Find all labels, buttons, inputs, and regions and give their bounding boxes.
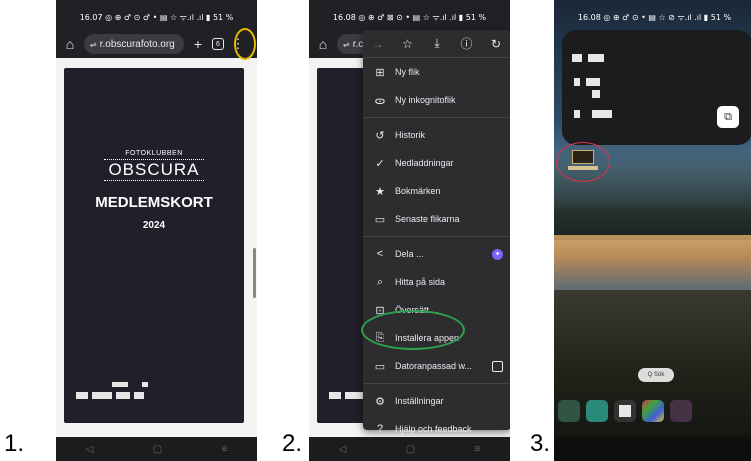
address-bar[interactable]: ⇌ r.obscurafoto.org bbox=[84, 34, 184, 54]
menu-item-desktop-site[interactable]: ▭ Datoranpassad w... bbox=[363, 352, 510, 380]
club-logo: FOTOKLUBBEN OBSCURA bbox=[64, 150, 244, 181]
back-icon[interactable]: ◁ bbox=[339, 444, 347, 455]
desktop-site-checkbox[interactable] bbox=[492, 360, 503, 372]
status-bar: 16.08 ◎ ⊕ ♂ ⊙ • ▤ ☆ ⊘ ᯤ.ıl .ıl ▮ 51 % bbox=[577, 12, 732, 22]
scrollbar[interactable] bbox=[253, 248, 256, 298]
menu-top-actions: → ☆ ⤓ ⓘ ↻ bbox=[363, 30, 510, 58]
url-text: r.c bbox=[352, 38, 364, 50]
dock-app-icon[interactable] bbox=[670, 400, 692, 422]
open-external-icon[interactable]: ⧉ bbox=[717, 106, 739, 128]
download-icon[interactable]: ⤓ bbox=[428, 35, 446, 53]
site-settings-icon: ⇌ bbox=[90, 39, 97, 49]
phone-screenshot-1: 16.07 ◎ ⊕ ♂ ⊙ ♂ • ▤ ☆ ᯤ.ıl .ıl ▮ 51 % ⌂ … bbox=[56, 0, 257, 461]
menu-item-help[interactable]: ? Hjälp och feedback bbox=[363, 415, 510, 443]
menu-item-downloads[interactable]: ✓ Nedladdningar bbox=[363, 149, 510, 177]
install-app-highlight-circle bbox=[361, 310, 465, 350]
menu-highlight-circle bbox=[234, 28, 256, 60]
star-icon: ★ bbox=[375, 185, 385, 198]
tab-count: 6 bbox=[212, 38, 224, 50]
browser-overflow-menu: → ☆ ⤓ ⓘ ↻ ⊞ Ny flik ᯣ Ny inkognitoflik ↺… bbox=[363, 30, 510, 435]
membership-card: FOTOKLUBBEN OBSCURA MEDLEMSKORT 2024 bbox=[64, 68, 244, 423]
club-name: OBSCURA bbox=[104, 159, 204, 181]
dock-app-icon[interactable] bbox=[586, 400, 608, 422]
step-number-3: 3. bbox=[530, 430, 551, 457]
menu-item-label: Nedladdningar bbox=[395, 158, 454, 168]
home-nav-icon[interactable]: ▢ bbox=[406, 444, 415, 455]
site-settings-icon: ⇌ bbox=[343, 39, 350, 49]
dock-app-icon[interactable] bbox=[642, 400, 664, 422]
menu-item-label: Hjälp och feedback bbox=[395, 424, 472, 434]
menu-item-label: Inställningar bbox=[395, 396, 444, 406]
status-bar: 16.07 ◎ ⊕ ♂ ⊙ ♂ • ▤ ☆ ᯤ.ıl .ıl ▮ 51 % bbox=[56, 0, 257, 34]
menu-item-settings[interactable]: ⚙ Inställningar bbox=[363, 387, 510, 415]
app-dock bbox=[558, 396, 751, 426]
find-in-page-icon: ⌕ bbox=[376, 275, 384, 288]
step-number-1: 1. bbox=[4, 430, 25, 457]
menu-item-label: Historik bbox=[395, 130, 426, 140]
recents-icon[interactable]: ≡ bbox=[474, 444, 480, 455]
card-year: 2024 bbox=[142, 220, 166, 231]
dock-app-icon[interactable] bbox=[614, 400, 636, 422]
redacted-info bbox=[329, 392, 365, 399]
download-check-icon: ✓ bbox=[375, 157, 385, 170]
redacted-info bbox=[76, 392, 144, 399]
settings-icon: ⚙ bbox=[375, 395, 385, 408]
help-icon: ? bbox=[376, 423, 384, 435]
share-icon: < bbox=[376, 248, 384, 260]
recents-icon[interactable]: ≡ bbox=[221, 444, 227, 455]
incognito-icon: ᯣ bbox=[374, 94, 386, 107]
desktop-site-icon: ▭ bbox=[374, 360, 386, 373]
search-button[interactable]: Q Sök bbox=[638, 368, 674, 382]
page-content: FOTOKLUBBEN OBSCURA MEDLEMSKORT 2024 bbox=[56, 58, 257, 437]
phone-screenshot-3: 16.08 ◎ ⊕ ♂ ⊙ • ▤ ☆ ⊘ ᯤ.ıl .ıl ▮ 51 % ⧉ … bbox=[554, 0, 751, 461]
redacted-info-top bbox=[112, 382, 148, 387]
dock-app-icon[interactable] bbox=[558, 400, 580, 422]
info-icon[interactable]: ⓘ bbox=[458, 35, 476, 53]
back-icon[interactable]: ◁ bbox=[86, 444, 94, 455]
menu-item-label: Ny inkognitoflik bbox=[395, 95, 456, 105]
forward-icon[interactable]: → bbox=[369, 35, 387, 53]
lake-reflection bbox=[554, 235, 751, 290]
url-text: r.obscurafoto.org bbox=[99, 38, 175, 50]
menu-item-label: Hitta på sida bbox=[395, 277, 446, 287]
menu-item-new-tab[interactable]: ⊞ Ny flik bbox=[363, 58, 510, 86]
recent-tabs-icon: ▭ bbox=[374, 213, 386, 226]
menu-item-incognito[interactable]: ᯣ Ny inkognitoflik bbox=[363, 86, 510, 114]
club-small-text: FOTOKLUBBEN bbox=[125, 150, 183, 157]
menu-item-recent-tabs[interactable]: ▭ Senaste flikarna bbox=[363, 205, 510, 233]
home-icon[interactable]: ⌂ bbox=[60, 34, 80, 54]
status-bar: 16.08 ◎ ⊕ ♂ ⊠ ⊙ • ▤ ☆ ᯤ.ıl .ıl ▮ 51 % bbox=[309, 0, 510, 34]
home-nav-icon[interactable]: ▢ bbox=[153, 444, 162, 455]
step-number-2: 2. bbox=[282, 430, 303, 457]
menu-item-history[interactable]: ↺ Historik bbox=[363, 121, 510, 149]
android-nav-bar: ◁ ▢ ≡ bbox=[56, 437, 257, 461]
menu-item-label: Senaste flikarna bbox=[395, 214, 460, 224]
card-title: MEDLEMSKORT bbox=[95, 194, 213, 211]
menu-item-label: Dela ... bbox=[395, 249, 424, 259]
phone-screenshot-2: 16.08 ◎ ⊕ ♂ ⊠ ⊙ • ▤ ☆ ᯤ.ıl .ıl ▮ 51 % ⌂ … bbox=[309, 0, 510, 461]
android-nav-bar bbox=[554, 437, 751, 461]
menu-item-share[interactable]: < Dela ... ✦ bbox=[363, 240, 510, 268]
new-tab-icon[interactable]: + bbox=[188, 34, 208, 54]
search-label: Q Sök bbox=[647, 372, 665, 378]
tab-switcher-button[interactable]: 6 bbox=[208, 34, 228, 54]
messenger-icon[interactable]: ✦ bbox=[492, 248, 503, 260]
bookmark-star-icon[interactable]: ☆ bbox=[399, 35, 417, 53]
menu-item-find-in-page[interactable]: ⌕ Hitta på sida bbox=[363, 268, 510, 296]
menu-item-label: Bokmärken bbox=[395, 186, 441, 196]
menu-item-label: Ny flik bbox=[395, 67, 420, 77]
browser-toolbar: ⌂ ⇌ r.obscurafoto.org + 6 ⋮ bbox=[56, 30, 257, 58]
menu-item-bookmarks[interactable]: ★ Bokmärken bbox=[363, 177, 510, 205]
home-icon[interactable]: ⌂ bbox=[313, 34, 333, 54]
plus-box-icon: ⊞ bbox=[375, 66, 385, 79]
reload-icon[interactable]: ↻ bbox=[487, 35, 505, 53]
history-icon: ↺ bbox=[375, 129, 385, 142]
app-highlight-circle bbox=[556, 142, 610, 182]
menu-item-label: Datoranpassad w... bbox=[395, 361, 473, 371]
